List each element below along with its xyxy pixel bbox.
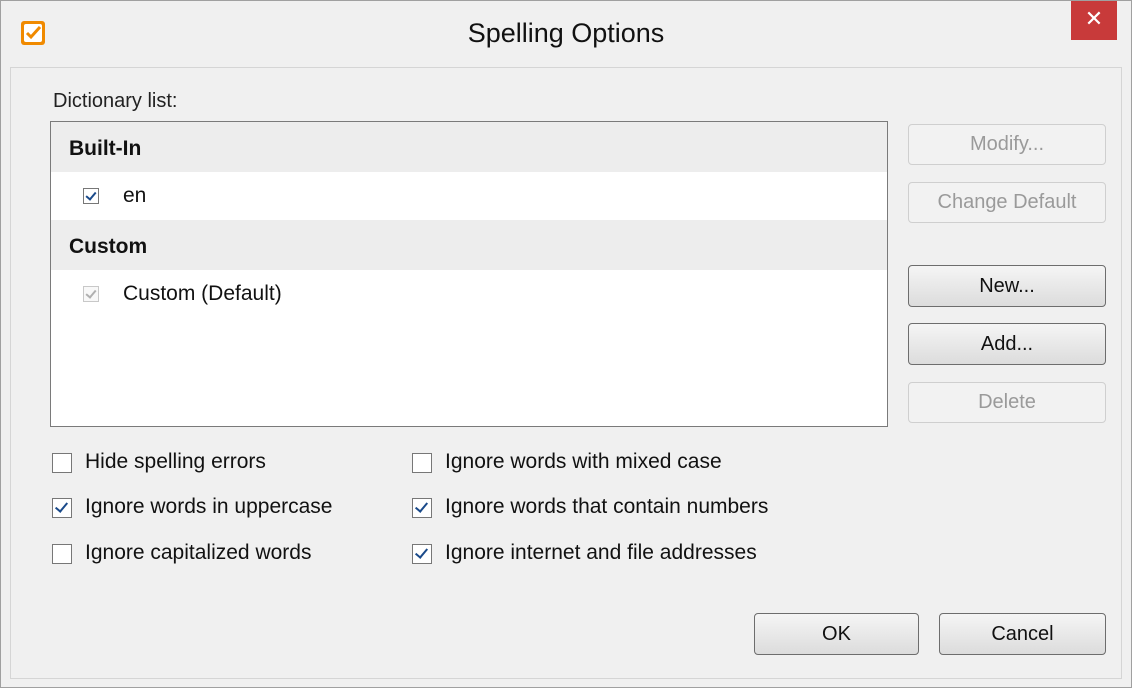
title-bar[interactable]: Spelling Options ✕ (1, 1, 1131, 67)
add-button[interactable]: Add... (908, 323, 1106, 365)
ignore-internet-checkbox[interactable] (412, 544, 432, 564)
spelling-options-dialog: Spelling Options ✕ Dictionary list: Buil… (0, 0, 1132, 688)
custom-default-checkbox (83, 286, 99, 302)
dictionary-list[interactable]: Built-In en Custom Custom (Default) (50, 121, 888, 427)
change-default-button[interactable]: Change Default (908, 182, 1106, 223)
dictionary-item-custom-default[interactable]: Custom (Default) (51, 270, 887, 318)
option-label: Ignore capitalized words (85, 541, 312, 564)
ignore-capitalized-checkbox[interactable] (52, 544, 72, 564)
dictionary-list-label: Dictionary list: (53, 90, 178, 112)
option-label: Ignore words that contain numbers (445, 495, 769, 518)
option-label: Hide spelling errors (85, 450, 266, 473)
ignore-mixed-case-checkbox[interactable] (412, 453, 432, 473)
delete-button[interactable]: Delete (908, 382, 1106, 423)
option-label: Ignore words in uppercase (85, 495, 333, 518)
ok-button[interactable]: OK (754, 613, 919, 655)
option-label: Ignore words with mixed case (445, 450, 722, 473)
dictionary-item-label: en (123, 184, 147, 207)
new-button[interactable]: New... (908, 265, 1106, 307)
dictionary-item-en[interactable]: en (51, 172, 887, 220)
ignore-numbers-checkbox[interactable] (412, 498, 432, 518)
close-button[interactable]: ✕ (1071, 1, 1117, 40)
dialog-title: Spelling Options (467, 18, 665, 48)
group-header-built-in: Built-In (51, 122, 887, 172)
en-checkbox[interactable] (83, 188, 99, 204)
dictionary-item-label: Custom (Default) (123, 282, 282, 305)
cancel-button[interactable]: Cancel (939, 613, 1106, 655)
group-header-custom: Custom (51, 220, 887, 270)
modify-button[interactable]: Modify... (908, 124, 1106, 165)
hide-spelling-errors-checkbox[interactable] (52, 453, 72, 473)
close-icon: ✕ (1084, 7, 1104, 32)
option-label: Ignore internet and file addresses (445, 541, 757, 564)
ignore-uppercase-checkbox[interactable] (52, 498, 72, 518)
